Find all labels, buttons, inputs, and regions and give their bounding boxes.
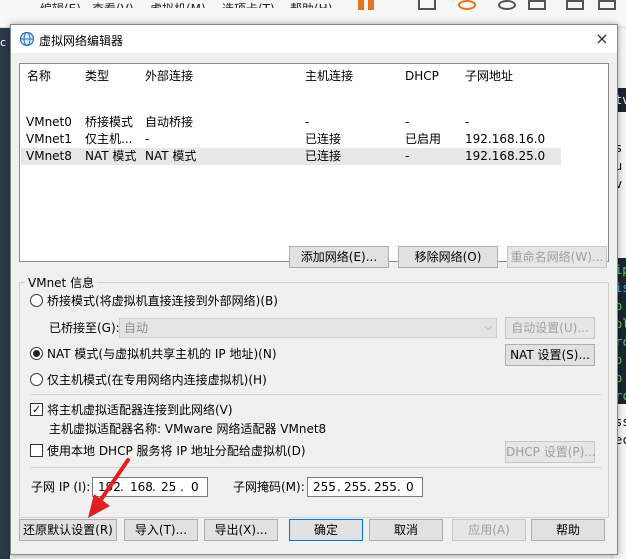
row-name: VMnet0: [26, 115, 72, 129]
dhcp-settings-button[interactable]: DHCP 设置(P)...: [505, 441, 596, 463]
pause-icon[interactable]: [358, 0, 376, 10]
ip-octet: 0: [191, 480, 199, 494]
menu-help[interactable]: 帮助(H): [290, 0, 332, 8]
column-header-external[interactable]: 外部连接: [145, 64, 193, 88]
mask-octet: 255: [313, 480, 336, 494]
bridged-mode-radio[interactable]: [30, 294, 43, 307]
mask-octet: 255: [374, 480, 397, 494]
divider: [31, 394, 601, 395]
auto-settings-button[interactable]: 自动设置(U)...: [505, 317, 595, 339]
menu-tabs[interactable]: 选项卡(T): [222, 0, 275, 8]
row-subnet: 192.168.16.0: [465, 132, 546, 146]
row-type: 仅主机...: [85, 132, 133, 146]
row-dhcp: 已启用: [405, 132, 442, 146]
send-keys-icon[interactable]: [418, 0, 436, 10]
adapter-name-text: 主机虚拟适配器名称: VMware 网络适配器 VMnet8: [49, 422, 327, 436]
row-external: NAT 模式: [145, 149, 197, 163]
help-button[interactable]: 帮助: [531, 519, 605, 541]
remove-network-button[interactable]: 移除网络(O): [398, 246, 498, 268]
apply-button[interactable]: 应用(A): [452, 519, 526, 541]
column-header-name[interactable]: 名称: [27, 64, 51, 88]
row-host: 已连接: [305, 149, 342, 163]
column-header-host[interactable]: 主机连接: [305, 64, 353, 88]
subnet-mask-label: 子网掩码(M):: [233, 480, 305, 494]
row-name: VMnet1: [26, 132, 72, 146]
add-network-button[interactable]: 添加网络(E)...: [289, 246, 389, 268]
nat-settings-button[interactable]: NAT 设置(S)...: [505, 344, 595, 366]
vmnet-info-label: VMnet 信息: [25, 274, 98, 291]
connect-adapter-label[interactable]: 将主机虚拟适配器连接到此网络(V): [47, 402, 233, 418]
menu-edit[interactable]: 编辑(E): [40, 0, 81, 8]
dialog-title: 虚拟网络编辑器: [39, 34, 124, 48]
row-dhcp: -: [405, 149, 410, 163]
nat-mode-radio[interactable]: [30, 347, 43, 360]
row-subnet: -: [465, 115, 470, 129]
snapshot-icon[interactable]: [458, 0, 476, 10]
import-button[interactable]: 导入(T)...: [124, 519, 198, 541]
menu-vm[interactable]: 虚拟机(M): [150, 0, 206, 8]
annotation-arrow-icon: [88, 458, 130, 518]
export-button[interactable]: 导出(X)...: [204, 519, 278, 541]
row-host: 已连接: [305, 132, 342, 146]
row-type: NAT 模式: [85, 149, 137, 163]
mask-octet: 0: [406, 480, 414, 494]
ok-button[interactable]: 确定: [289, 519, 363, 541]
close-icon[interactable]: ×: [591, 29, 613, 49]
column-header-type[interactable]: 类型: [85, 64, 109, 88]
table-row[interactable]: VMnet1 仅主机... - 已连接 已启用 192.168.16.0: [21, 131, 561, 148]
row-dhcp: -: [405, 115, 410, 129]
bridged-to-label: 已桥接至(G):: [49, 321, 120, 335]
row-external: 自动桥接: [145, 115, 194, 129]
table-header: 名称 类型 外部连接 主机连接 DHCP 子网地址: [21, 64, 561, 88]
column-header-subnet[interactable]: 子网地址: [465, 64, 513, 88]
table-row-selected[interactable]: VMnet8 NAT 模式 NAT 模式 已连接 - 192.168.25.0: [21, 148, 561, 165]
menu-view[interactable]: 查看(V): [92, 0, 134, 8]
revert-icon[interactable]: [498, 0, 516, 10]
network-globe-icon: [19, 31, 35, 47]
row-host: -: [305, 115, 310, 129]
fullscreen-icon[interactable]: [598, 0, 616, 10]
cancel-button[interactable]: 取消: [369, 519, 443, 541]
host-only-radio[interactable]: [30, 373, 43, 386]
left-strip-text: c: [0, 36, 7, 49]
bridged-to-value: 自动: [124, 321, 149, 335]
bridged-to-select[interactable]: 自动 ⌵: [119, 318, 497, 338]
network-list-table[interactable]: 名称 类型 外部连接 主机连接 DHCP 子网地址 VMnet0 桥接模式 自动…: [19, 63, 609, 262]
column-header-dhcp[interactable]: DHCP: [405, 64, 439, 88]
restore-defaults-button[interactable]: 还原默认设置(R): [19, 519, 117, 541]
ip-octet: 25: [161, 480, 177, 494]
chevron-down-icon: ⌵: [484, 322, 492, 333]
subnet-mask-input[interactable]: 255 . 255 . 255 . 0: [307, 477, 423, 497]
row-name: VMnet8: [26, 149, 72, 163]
title-bar[interactable]: 虚拟网络编辑器 ×: [11, 25, 617, 53]
row-external: -: [145, 132, 150, 146]
dhcp-checkbox[interactable]: [30, 444, 43, 457]
table-row[interactable]: VMnet0 桥接模式 自动桥接 - - -: [21, 114, 561, 131]
row-subnet: 192.168.25.0: [465, 149, 546, 163]
view-icon[interactable]: [566, 0, 584, 10]
mask-octet: 255: [344, 480, 367, 494]
bridged-mode-label[interactable]: 桥接模式(将虚拟机直接连接到外部网络)(B): [47, 293, 278, 309]
rename-network-button[interactable]: 重命名网络(W)...: [507, 246, 607, 268]
manage-snapshot-icon[interactable]: [528, 0, 546, 10]
row-type: 桥接模式: [85, 115, 134, 129]
nat-mode-label[interactable]: NAT 模式(与虚拟机共享主机的 IP 地址)(N): [47, 346, 277, 362]
connect-adapter-checkbox[interactable]: ✓: [30, 403, 43, 416]
radio-selected-dot: [33, 350, 40, 357]
background-left-panel: c: [0, 28, 10, 559]
host-only-label[interactable]: 仅主机模式(在专用网络内连接虚拟机)(H): [47, 372, 267, 388]
